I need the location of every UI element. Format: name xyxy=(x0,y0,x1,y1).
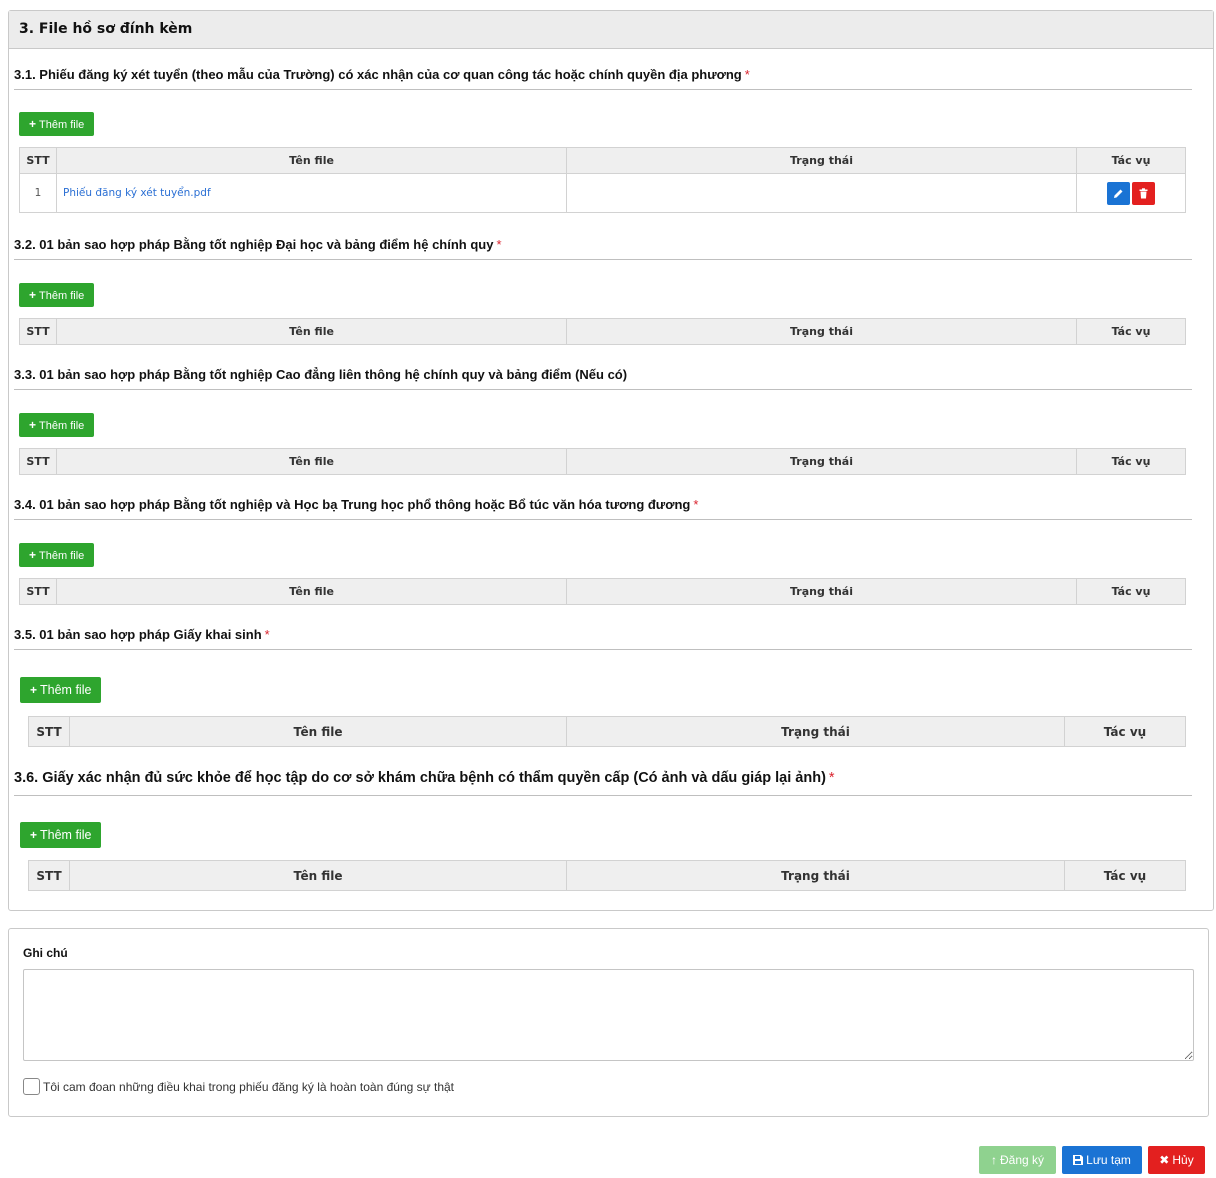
trash-icon xyxy=(1139,187,1148,198)
delete-button[interactable] xyxy=(1132,181,1155,205)
col-file-name: Tên file xyxy=(56,147,567,174)
col-file-name: Tên file xyxy=(56,448,567,475)
row-actions xyxy=(1076,173,1186,213)
agreement-row[interactable]: Tôi cam đoan những điều khai trong phiếu… xyxy=(23,1078,454,1095)
file-link[interactable]: Phiếu đăng ký xét tuyển.pdf xyxy=(57,187,211,199)
plus-icon: + xyxy=(29,288,37,302)
file-table: STT Tên file Trạng thái Tác vụ xyxy=(19,448,1186,475)
col-status: Trạng thái xyxy=(566,147,1077,174)
file-table: STT Tên file Trạng thái Tác vụ 1 Phiếu đ… xyxy=(19,147,1186,213)
table-row: 1 Phiếu đăng ký xét tuyển.pdf xyxy=(19,173,1186,213)
file-table: STT Tên file Trạng thái Tác vụ xyxy=(19,578,1186,605)
col-file-name: Tên file xyxy=(69,860,567,891)
subsection-3-1: 3.1. Phiếu đăng ký xét tuyển (theo mẫu c… xyxy=(14,66,1192,213)
col-status: Trạng thái xyxy=(566,716,1065,747)
add-file-button[interactable]: + Thêm file xyxy=(19,112,95,136)
col-stt: STT xyxy=(19,147,57,174)
register-button[interactable]: ↑ Đăng ký xyxy=(979,1146,1056,1174)
note-label: Ghi chú xyxy=(23,946,68,960)
plus-icon: + xyxy=(30,828,38,842)
save-draft-button[interactable]: Lưu tạm xyxy=(1062,1146,1142,1174)
plus-icon: + xyxy=(30,683,38,697)
required-mark: * xyxy=(264,627,270,642)
add-file-button[interactable]: + Thêm file xyxy=(19,283,95,307)
subsection-3-6: 3.6. Giấy xác nhận đủ sức khỏe để học tậ… xyxy=(14,768,1192,891)
col-action: Tác vụ xyxy=(1064,716,1186,747)
row-stt: 1 xyxy=(19,173,57,213)
add-file-button[interactable]: + Thêm file xyxy=(19,413,95,437)
col-action: Tác vụ xyxy=(1076,448,1186,475)
plus-icon: + xyxy=(29,117,37,131)
col-action: Tác vụ xyxy=(1064,860,1186,891)
edit-button[interactable] xyxy=(1107,181,1130,205)
agreement-checkbox[interactable] xyxy=(23,1078,40,1095)
col-file-name: Tên file xyxy=(56,318,567,345)
add-file-button[interactable]: + Thêm file xyxy=(20,677,102,703)
required-mark: * xyxy=(744,67,750,82)
panel-title: 3. File hồ sơ đính kèm xyxy=(9,11,1213,49)
required-mark: * xyxy=(496,237,502,252)
col-stt: STT xyxy=(28,716,70,747)
required-mark: * xyxy=(693,497,699,512)
subsection-title: 3.5. 01 bản sao hợp pháp Giấy khai sinh * xyxy=(14,626,1192,650)
col-status: Trạng thái xyxy=(566,578,1077,605)
subsection-3-3: 3.3. 01 bản sao hợp pháp Bằng tốt nghiệp… xyxy=(14,366,1192,475)
plus-icon: + xyxy=(29,418,37,432)
subsection-title: 3.2. 01 bản sao hợp pháp Bằng tốt nghiệp… xyxy=(14,236,1192,260)
cancel-button[interactable]: ✖ Hủy xyxy=(1148,1146,1205,1174)
file-table: STT Tên file Trạng thái Tác vụ xyxy=(28,860,1186,891)
row-status xyxy=(566,173,1077,213)
col-action: Tác vụ xyxy=(1076,147,1186,174)
col-action: Tác vụ xyxy=(1076,578,1186,605)
add-file-button[interactable]: + Thêm file xyxy=(20,822,102,848)
col-file-name: Tên file xyxy=(56,578,567,605)
plus-icon: + xyxy=(29,548,37,562)
col-stt: STT xyxy=(28,860,70,891)
subsection-title: 3.4. 01 bản sao hợp pháp Bằng tốt nghiệp… xyxy=(14,496,1192,520)
col-stt: STT xyxy=(19,318,57,345)
add-file-button[interactable]: + Thêm file xyxy=(19,543,95,567)
col-status: Trạng thái xyxy=(566,860,1065,891)
pencil-icon xyxy=(1114,189,1123,198)
file-table: STT Tên file Trạng thái Tác vụ xyxy=(28,716,1186,747)
floppy-disk-icon xyxy=(1073,1146,1084,1174)
subsection-title: 3.6. Giấy xác nhận đủ sức khỏe để học tậ… xyxy=(14,768,1192,796)
subsection-3-2: 3.2. 01 bản sao hợp pháp Bằng tốt nghiệp… xyxy=(14,236,1192,345)
arrow-up-icon: ↑ xyxy=(990,1153,997,1167)
notes-panel: Ghi chú Tôi cam đoan những điều khai tro… xyxy=(8,928,1209,1117)
col-file-name: Tên file xyxy=(69,716,567,747)
col-status: Trạng thái xyxy=(566,448,1077,475)
note-textarea[interactable] xyxy=(23,969,1194,1061)
subsection-3-4: 3.4. 01 bản sao hợp pháp Bằng tốt nghiệp… xyxy=(14,496,1192,605)
col-stt: STT xyxy=(19,578,57,605)
subsection-title: 3.3. 01 bản sao hợp pháp Bằng tốt nghiệp… xyxy=(14,366,1192,390)
col-status: Trạng thái xyxy=(566,318,1077,345)
close-icon: ✖ xyxy=(1159,1153,1170,1167)
required-mark: * xyxy=(828,770,835,786)
file-table: STT Tên file Trạng thái Tác vụ xyxy=(19,318,1186,345)
subsection-title: 3.1. Phiếu đăng ký xét tuyển (theo mẫu c… xyxy=(14,66,1192,90)
col-action: Tác vụ xyxy=(1076,318,1186,345)
agreement-label: Tôi cam đoan những điều khai trong phiếu… xyxy=(43,1079,455,1094)
col-stt: STT xyxy=(19,448,57,475)
subsection-3-5: 3.5. 01 bản sao hợp pháp Giấy khai sinh *… xyxy=(14,626,1192,747)
